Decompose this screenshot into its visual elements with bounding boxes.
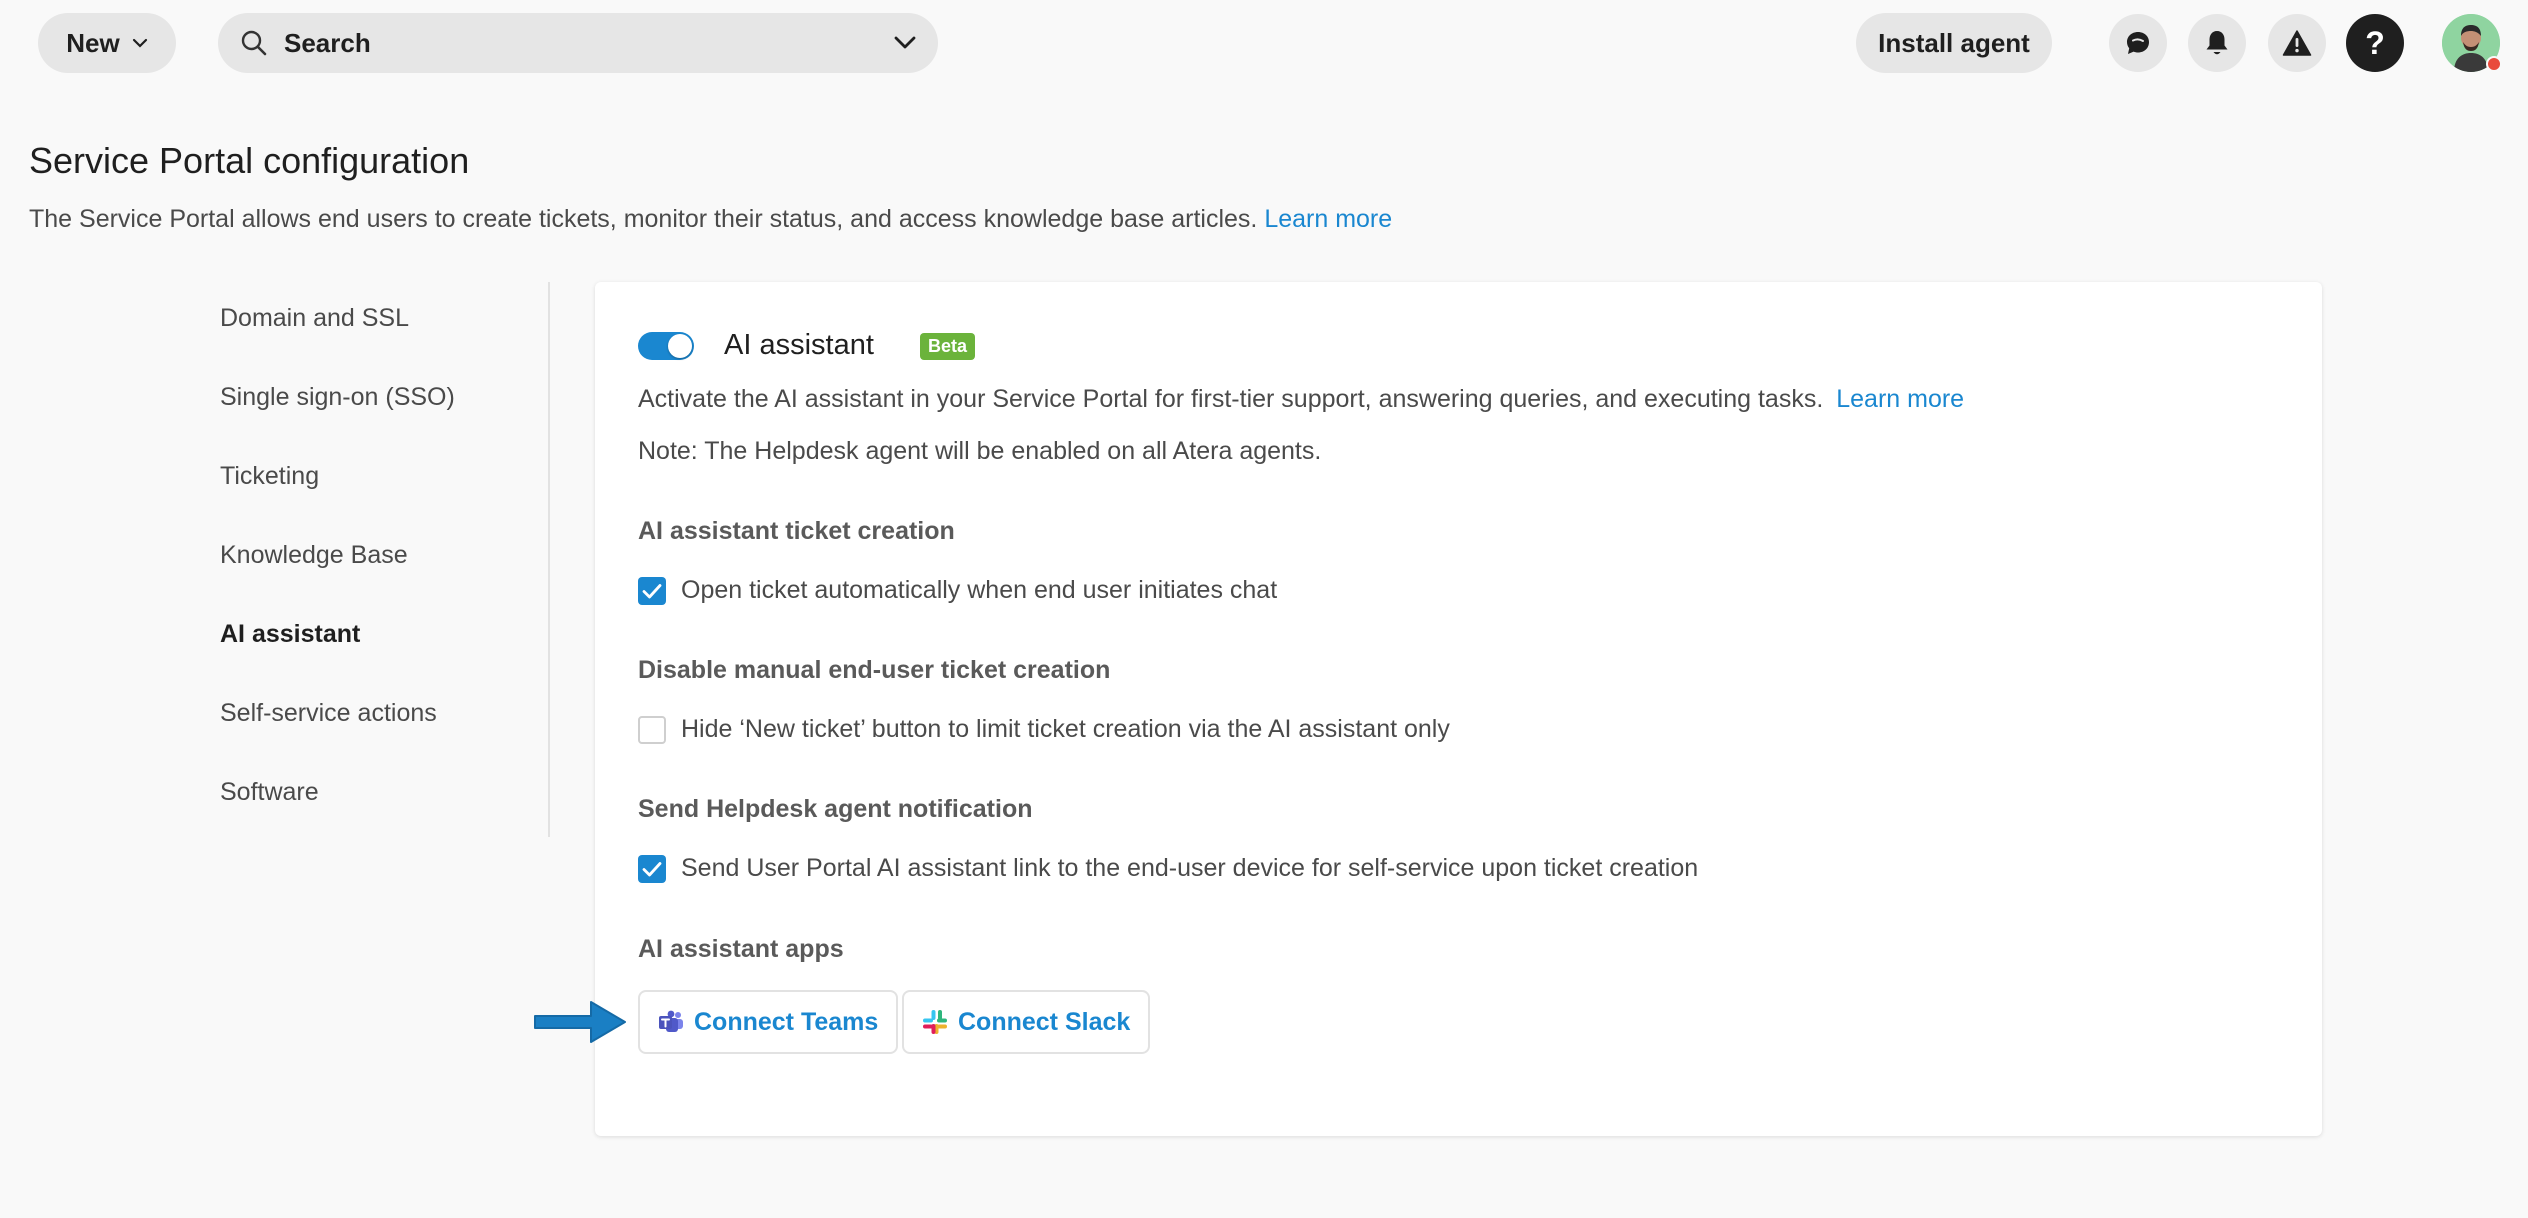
help-button[interactable]: ? [2346,14,2404,72]
alerts-button[interactable] [2268,14,2326,72]
section-title-helpdesk-notification: Send Helpdesk agent notification [638,795,1033,823]
notifications-button[interactable] [2188,14,2246,72]
settings-sidebar: Domain and SSL Single sign-on (SSO) Tick… [220,282,550,837]
page-description: The Service Portal allows end users to c… [29,205,1392,234]
check-icon [642,861,662,876]
sidebar-item-knowledge-base[interactable]: Knowledge Base [220,541,408,570]
connect-slack-label: Connect Slack [958,1007,1131,1036]
help-icon: ? [2365,24,2385,61]
new-button[interactable]: New [38,13,176,73]
ai-assistant-toggle[interactable] [638,332,694,360]
install-agent-button[interactable]: Install agent [1856,13,2052,73]
sidebar-item-software[interactable]: Software [220,778,319,807]
checkbox-hide-new-ticket[interactable]: Hide ‘New ticket’ button to limit ticket… [638,715,1450,744]
connect-slack-button[interactable]: Connect Slack [902,990,1151,1054]
chevron-down-icon [132,38,147,48]
toggle-knob [668,334,692,358]
card-description-text: Activate the AI assistant in your Servic… [638,385,1824,413]
sidebar-item-domain-ssl[interactable]: Domain and SSL [220,304,409,333]
card-note: Note: The Helpdesk agent will be enabled… [638,437,1322,465]
page-description-text: The Service Portal allows end users to c… [29,205,1258,233]
chat-icon [2127,32,2149,54]
new-button-label: New [66,27,120,58]
checkbox-open-ticket-auto[interactable]: Open ticket automatically when end user … [638,576,1277,605]
checkbox-checked[interactable] [638,576,666,605]
card-title: AI assistant [724,329,874,361]
search-label: Search [284,27,371,58]
checkbox-label: Hide ‘New ticket’ button to limit ticket… [681,715,1450,743]
learn-more-link[interactable]: Learn more [1264,205,1392,233]
checkbox-send-portal-link[interactable]: Send User Portal AI assistant link to th… [638,854,1698,883]
slack-icon [923,1010,947,1034]
arrow-right-icon [534,1001,626,1043]
top-bar: New Search Install agent ? [0,0,2528,86]
checkbox-label: Send User Portal AI assistant link to th… [681,854,1699,882]
chevron-down-icon[interactable] [894,36,916,50]
sidebar-item-ai-assistant[interactable]: AI assistant [220,620,360,649]
section-title-disable-manual: Disable manual end-user ticket creation [638,656,1111,684]
warning-icon [2282,30,2312,56]
beta-badge: Beta [920,333,976,360]
check-icon [642,583,662,598]
section-title-ticket-creation: AI assistant ticket creation [638,517,955,545]
checkbox-label: Open ticket automatically when end user … [681,576,1278,604]
search-input[interactable]: Search [218,13,938,73]
card-description: Activate the AI assistant in your Servic… [638,385,1964,414]
sidebar-item-self-service[interactable]: Self-service actions [220,699,437,728]
checkbox-checked[interactable] [638,854,666,883]
connect-teams-button[interactable]: Connect Teams [638,990,899,1054]
checkbox-unchecked[interactable] [638,715,666,744]
search-icon [241,30,267,56]
chat-button[interactable] [2109,14,2167,72]
sidebar-item-ticketing[interactable]: Ticketing [220,462,319,491]
card-learn-more-link[interactable]: Learn more [1836,385,1964,413]
install-agent-label: Install agent [1878,27,2030,58]
teams-icon [659,1010,683,1032]
sidebar-item-sso[interactable]: Single sign-on (SSO) [220,383,455,412]
section-title-apps: AI assistant apps [638,935,844,963]
connect-teams-label: Connect Teams [694,1007,879,1036]
page-title: Service Portal configuration [29,140,470,181]
ai-assistant-card: AI assistant Beta Activate the AI assist… [595,282,2322,1136]
status-badge [2486,56,2502,72]
avatar[interactable] [2442,14,2502,72]
bell-icon [2206,31,2228,55]
